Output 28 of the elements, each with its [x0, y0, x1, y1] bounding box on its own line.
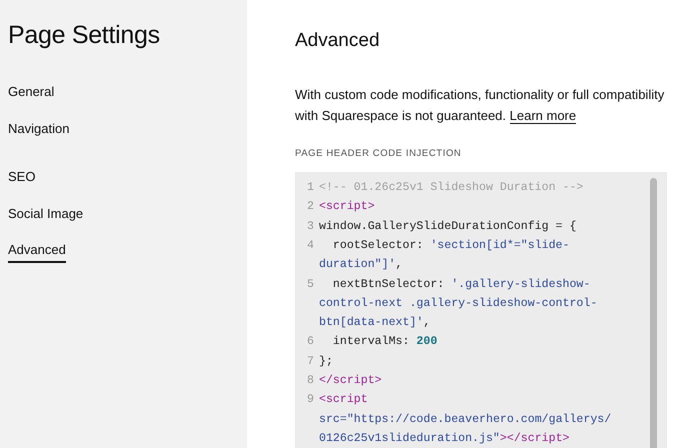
line-number: 3	[307, 218, 315, 235]
line-number: 5	[307, 276, 315, 293]
description-text: With custom code modifications, functionality or full compatibility with Squarespace is not guaranteed. Learn more	[295, 86, 666, 126]
line-number: 9	[307, 392, 315, 408]
line-number: 8	[307, 373, 315, 390]
sidebar-title: Page Settings	[8, 20, 161, 50]
line-number: 1	[307, 180, 315, 196]
sidebar-item[interactable]: Advanced	[8, 240, 66, 262]
section-title: Advanced	[295, 30, 381, 53]
field-label: PAGE HEADER CODE INJECTION	[295, 146, 462, 161]
code-line: intervalMs: 200	[332, 334, 438, 350]
line-number: 2	[307, 199, 315, 216]
code-line: <script src="https://code.beaverhero.com/gallerys/ 0126c25v1slideduration.js"></script>	[319, 392, 612, 447]
code-editor[interactable]	[295, 172, 667, 448]
sidebar-item[interactable]: Navigation	[8, 118, 70, 141]
sidebar-item[interactable]: SEO	[8, 167, 36, 190]
code-line: </script>	[319, 373, 383, 390]
line-number: 6	[307, 334, 315, 350]
scrollbar-thumb[interactable]	[650, 178, 657, 448]
sidebar-item[interactable]: Social Image	[8, 204, 84, 226]
code-line: <!-- 01.26c25v1 Slideshow Duration -->	[319, 180, 584, 196]
code-line: <script>	[319, 199, 376, 216]
sidebar-item[interactable]: General	[8, 82, 54, 104]
learn-more-link[interactable]: Learn more	[510, 108, 576, 124]
code-line: window.GallerySlideDurationConfig = {	[319, 218, 578, 235]
line-number: 7	[307, 354, 315, 370]
code-line: };	[319, 354, 334, 370]
line-number: 4	[307, 238, 315, 254]
